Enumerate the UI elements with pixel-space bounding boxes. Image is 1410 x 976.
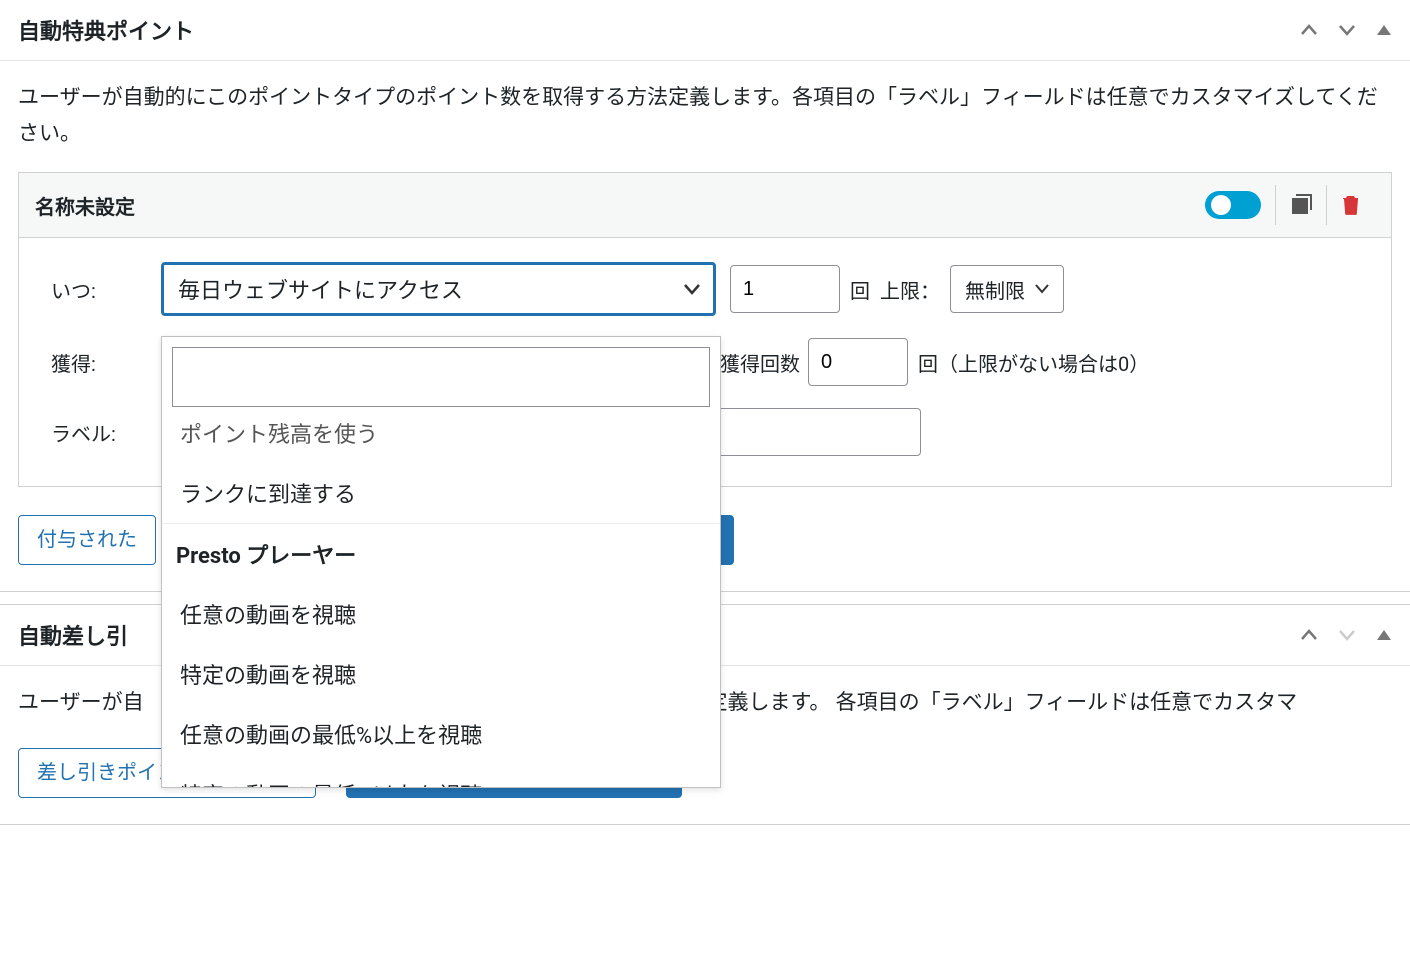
toggle-icon: [1205, 191, 1261, 219]
collapse-icon[interactable]: [1376, 628, 1392, 642]
rule-actions: [1191, 185, 1375, 225]
earn-suffix-left: 獲得回数: [720, 348, 800, 377]
earn-suffix-right: 回（上限がない場合は0）: [918, 348, 1149, 377]
times-input[interactable]: [730, 265, 840, 313]
label-label: ラベル:: [51, 418, 161, 447]
when-label: いつ:: [51, 275, 161, 304]
delete-action[interactable]: [1326, 185, 1375, 225]
times-suffix: 回: [850, 275, 870, 304]
rule-header: 名称未設定: [19, 173, 1391, 238]
add-award-button[interactable]: 付与された: [18, 515, 156, 565]
move-down-icon[interactable]: [1338, 23, 1356, 37]
dropdown-item[interactable]: ポイント残高を使う: [162, 417, 720, 463]
dropdown-search-input[interactable]: [172, 347, 710, 407]
when-select-value: 毎日ウェブサイトにアクセス: [178, 273, 463, 305]
row-when: いつ: 毎日ウェブサイトにアクセス 回 上限： 無制限: [51, 262, 1359, 316]
rule-body: いつ: 毎日ウェブサイトにアクセス 回 上限： 無制限 獲得: 獲得回数: [19, 238, 1391, 486]
panel-title: 自動特典ポイント: [18, 14, 194, 46]
rule-title: 名称未設定: [35, 191, 135, 220]
dropdown-item[interactable]: 任意の動画の最低%以上を視聴: [162, 704, 720, 764]
copy-icon: [1290, 194, 1312, 216]
toggle-action[interactable]: [1191, 185, 1275, 225]
dropdown-item[interactable]: 特定の動画の最低%以上を視聴: [162, 764, 720, 787]
upper-limit-label: 上限：: [880, 275, 940, 304]
dropdown-item[interactable]: ランクに到達する: [162, 463, 720, 523]
upper-limit-select[interactable]: 無制限: [950, 265, 1064, 313]
chevron-down-icon: [683, 282, 701, 296]
panel-description: ユーザーが自動的にこのポイントタイプのポイント数を取得する方法定義します。各項目…: [0, 61, 1410, 172]
panel-controls: [1300, 628, 1392, 642]
when-dropdown: ポイント残高を使う ランクに到達する Presto プレーヤー 任意の動画を視聴…: [161, 336, 721, 788]
dropdown-group-header: Presto プレーヤー: [162, 523, 720, 584]
upper-limit-value: 無制限: [965, 275, 1025, 304]
move-down-icon[interactable]: [1338, 628, 1356, 642]
dropdown-item[interactable]: 任意の動画を視聴: [162, 584, 720, 644]
dropdown-list: ポイント残高を使う ランクに到達する Presto プレーヤー 任意の動画を視聴…: [162, 417, 720, 787]
earn-label: 獲得:: [51, 348, 161, 377]
rule-card: 名称未設定 いつ: 毎日ウェブサイトにアクセス: [18, 172, 1392, 487]
move-up-icon[interactable]: [1300, 23, 1318, 37]
panel-controls: [1300, 23, 1392, 37]
when-select[interactable]: 毎日ウェブサイトにアクセス: [161, 262, 716, 316]
earn-count-input[interactable]: [808, 338, 908, 386]
collapse-icon[interactable]: [1376, 23, 1392, 37]
chevron-down-icon: [1035, 283, 1049, 295]
panel-header: 自動特典ポイント: [0, 0, 1410, 61]
trash-icon: [1341, 194, 1361, 216]
duplicate-action[interactable]: [1275, 185, 1326, 225]
panel-auto-award: 自動特典ポイント ユーザーが自動的にこのポイントタイプのポイント数を取得する方法…: [0, 0, 1410, 592]
panel-title: 自動差し引: [18, 619, 128, 651]
dropdown-item[interactable]: 特定の動画を視聴: [162, 644, 720, 704]
move-up-icon[interactable]: [1300, 628, 1318, 642]
